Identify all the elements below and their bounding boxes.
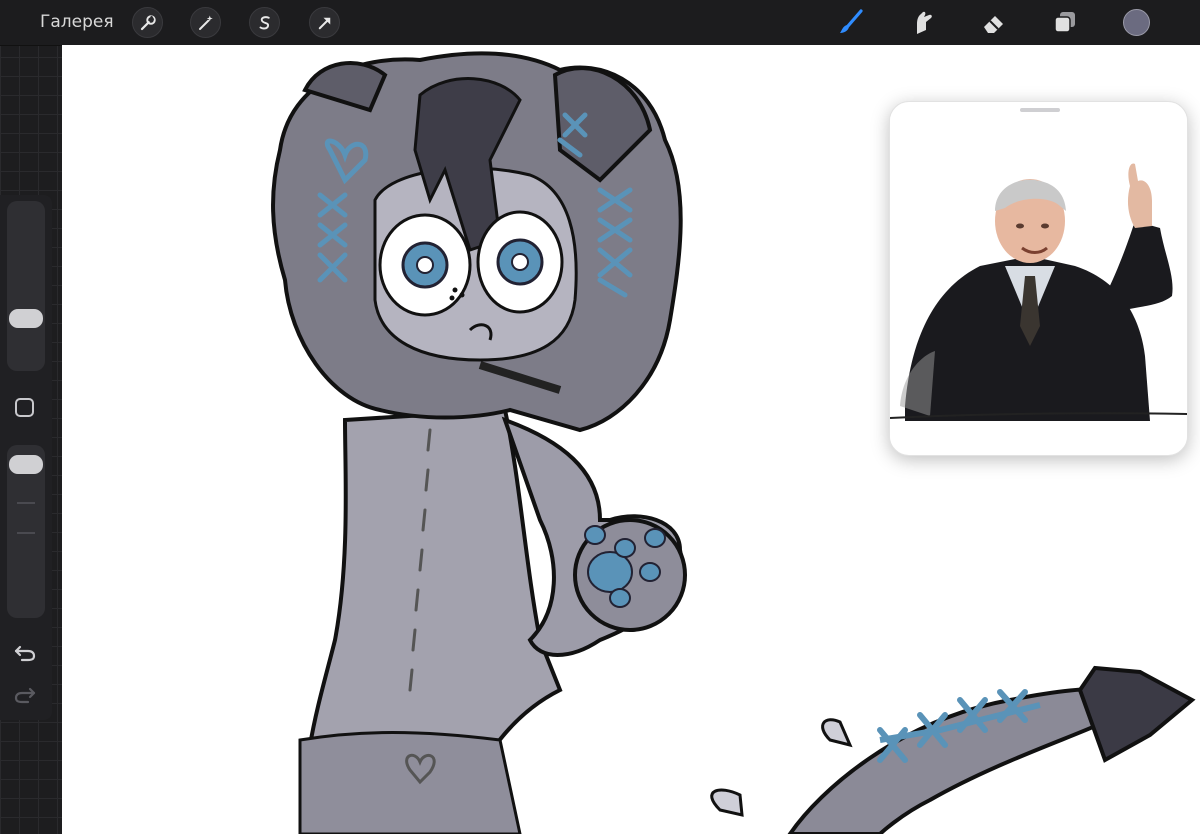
redo-icon (14, 687, 36, 704)
actions-button[interactable] (132, 7, 163, 38)
brush-icon (840, 9, 863, 33)
redo-button[interactable] (12, 684, 38, 706)
undo-icon (14, 645, 36, 662)
slider-tick (17, 532, 35, 534)
selection-button[interactable] (249, 7, 280, 38)
adjustments-button[interactable] (190, 7, 221, 38)
undo-button[interactable] (12, 642, 38, 664)
layers-button[interactable] (1049, 6, 1081, 38)
eraser-icon (984, 16, 1003, 33)
eraser-button[interactable] (978, 6, 1010, 38)
wrench-icon (140, 14, 156, 30)
opacity-slider[interactable] (7, 445, 45, 618)
selection-s-icon (259, 15, 270, 29)
brush-size-thumb[interactable] (9, 308, 43, 328)
transform-button[interactable] (309, 7, 340, 38)
reference-window-handle[interactable] (1020, 108, 1060, 112)
reference-window[interactable] (889, 101, 1188, 456)
color-picker-button[interactable] (1123, 9, 1150, 36)
brush-button[interactable] (835, 6, 867, 38)
opacity-thumb[interactable] (9, 454, 43, 474)
smudge-icon (917, 11, 932, 35)
slider-tick (17, 502, 35, 504)
reference-photo (890, 116, 1187, 446)
brush-size-slider[interactable] (7, 201, 45, 371)
gallery-button[interactable]: Галерея (40, 11, 114, 33)
smudge-button[interactable] (907, 6, 939, 38)
arrow-cursor-icon (318, 17, 330, 29)
top-toolbar: Галерея (0, 0, 1200, 46)
layers-icon (1054, 12, 1075, 33)
magic-wand-icon (198, 15, 213, 30)
eyedropper-square-button[interactable] (15, 398, 34, 417)
left-sidebar (0, 195, 52, 720)
